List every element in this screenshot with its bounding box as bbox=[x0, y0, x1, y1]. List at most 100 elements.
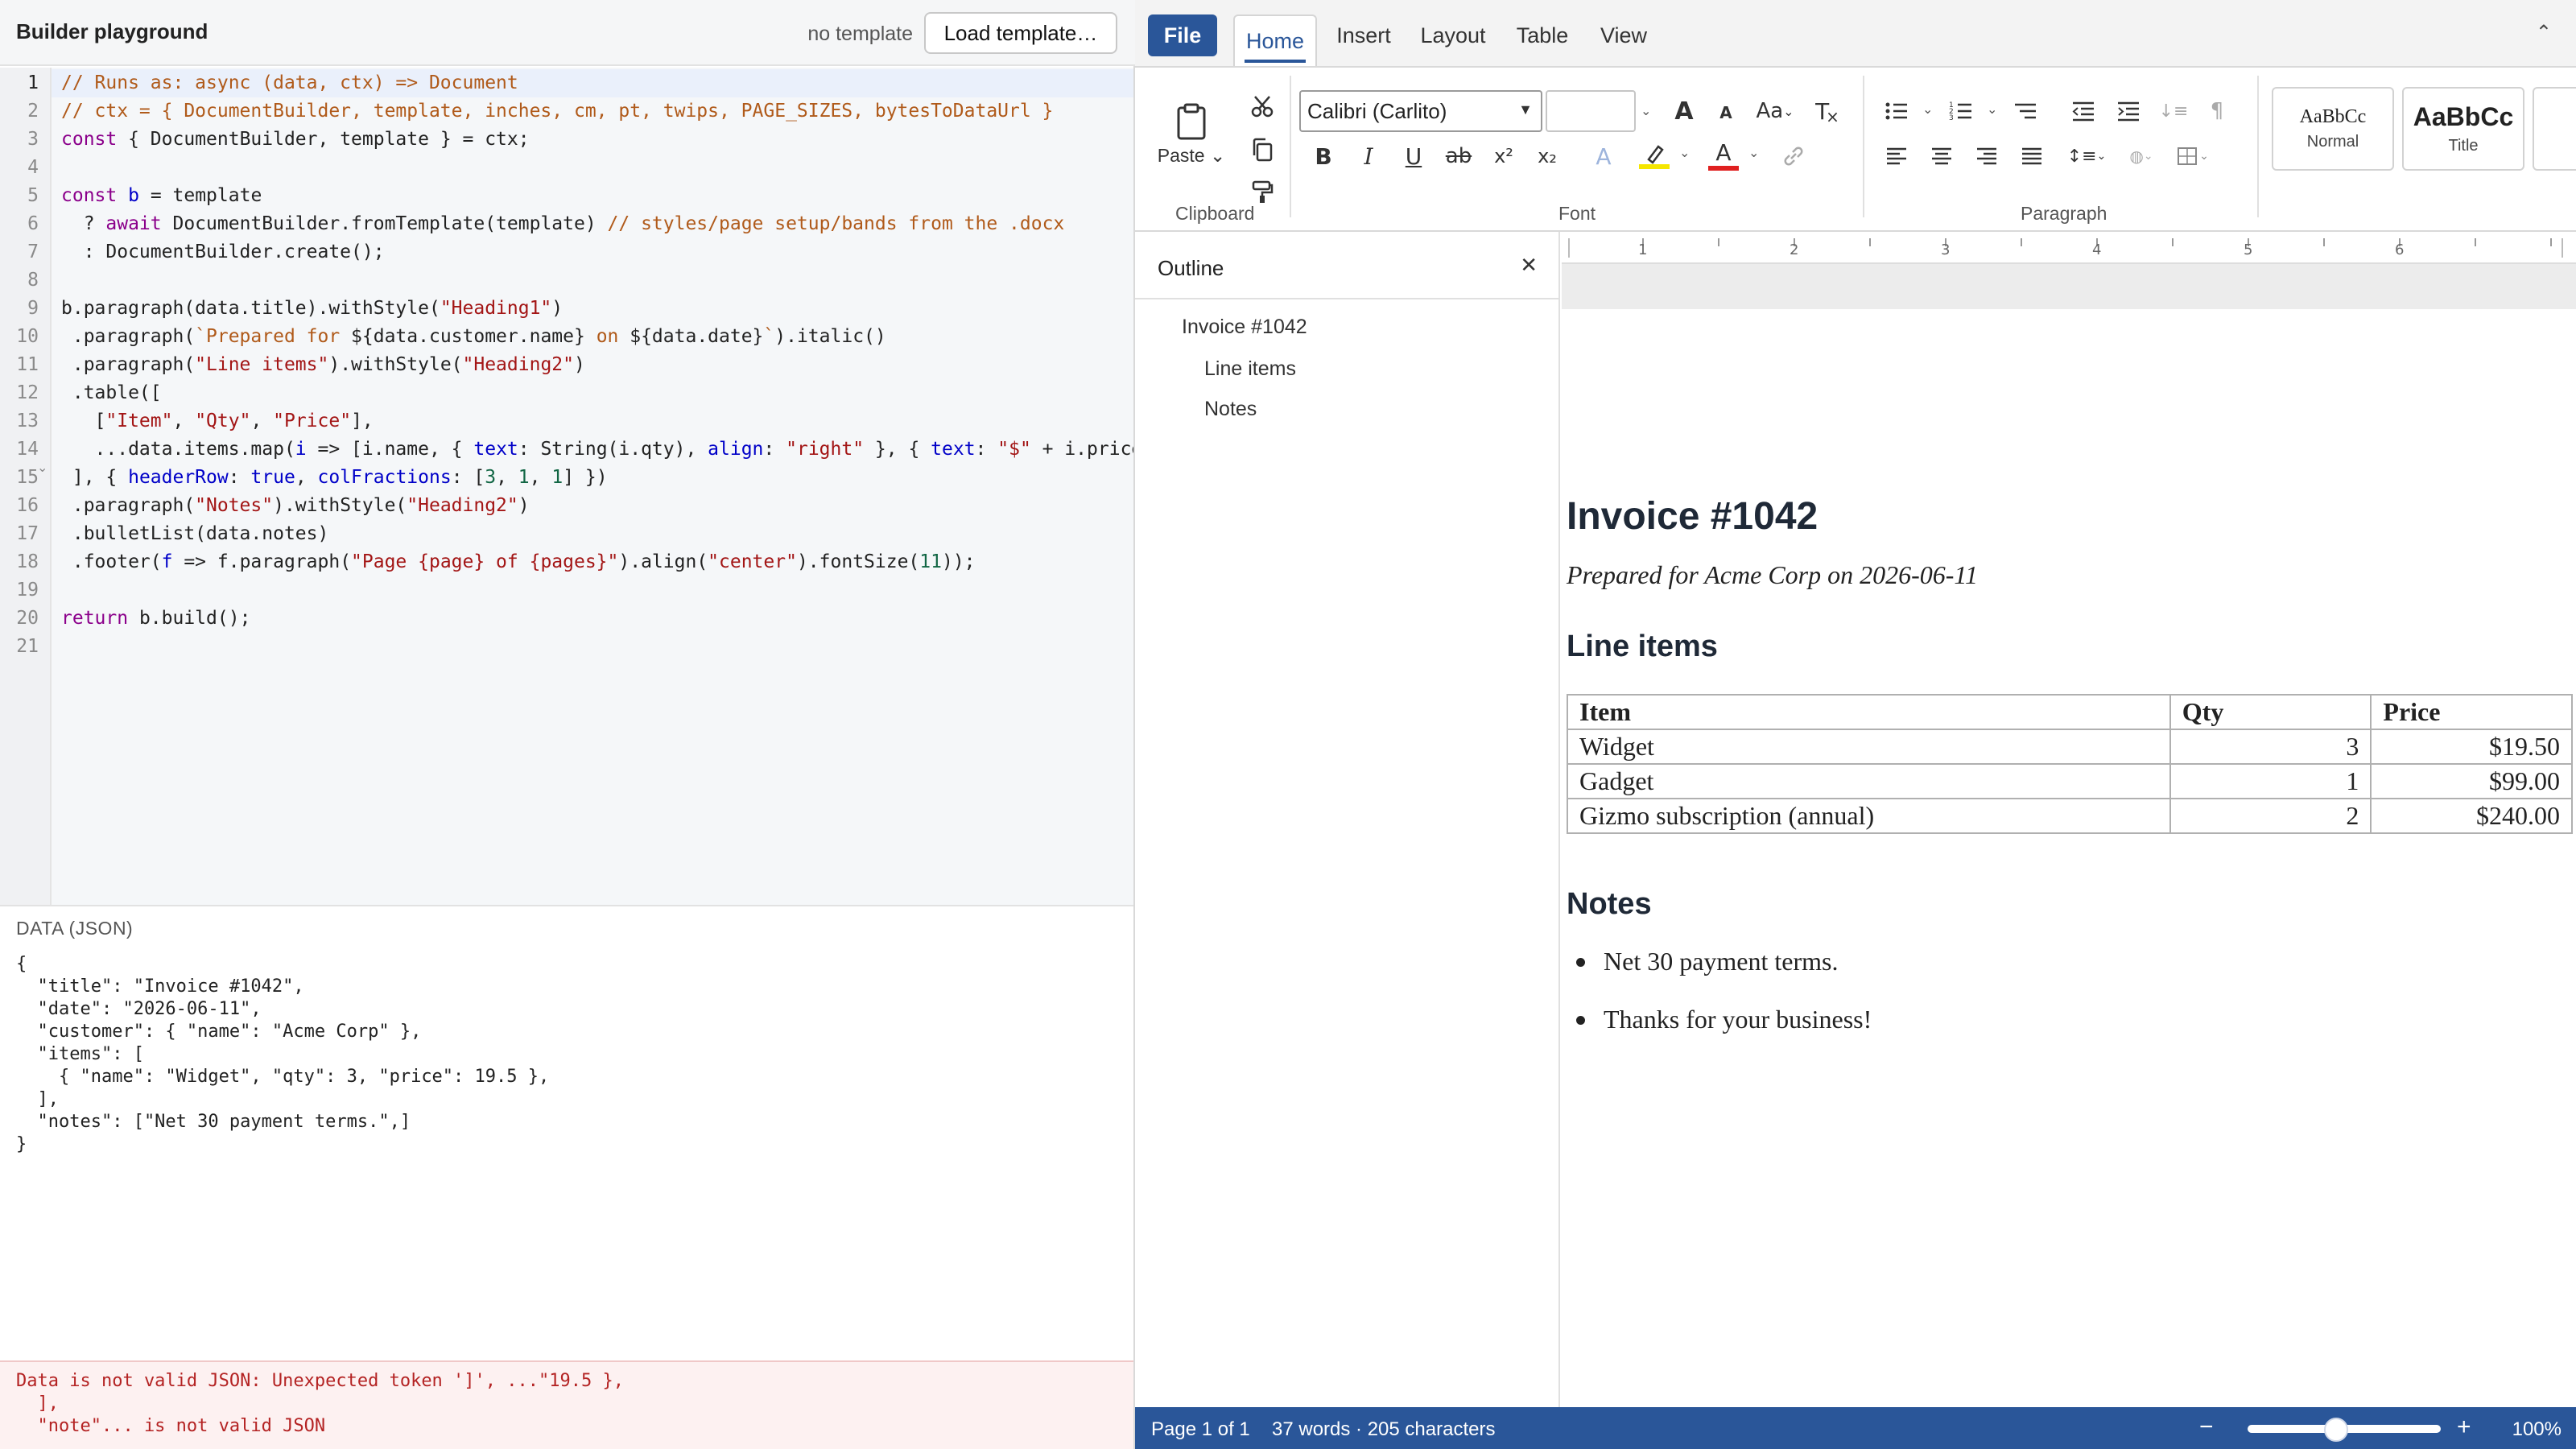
code-line[interactable]: : DocumentBuilder.create(); bbox=[61, 238, 385, 266]
copy-icon[interactable] bbox=[1246, 134, 1278, 166]
ruler-label: 1 bbox=[1638, 242, 1648, 258]
bullets-dropdown-icon[interactable]: ⌄ bbox=[1922, 101, 1933, 117]
code-editor[interactable]: 1 2 3 4 5 6 7 8 9 10 11 12 13 14 15 16 17 18 19 20 21 ⌄ // R… bbox=[0, 68, 1133, 905]
code-line[interactable]: .paragraph("Line items").withStyle("Head… bbox=[61, 351, 585, 379]
code-line[interactable]: return b.build(); bbox=[61, 605, 250, 633]
fold-chevron-icon[interactable]: ⌄ bbox=[37, 460, 47, 475]
code-line[interactable]: ...data.items.map(i => [i.name, { text: … bbox=[61, 436, 1133, 464]
code-line[interactable]: // ctx = { DocumentBuilder, template, in… bbox=[61, 97, 1053, 126]
table-cell: Gadget bbox=[1567, 763, 2171, 799]
code-line[interactable]: const { DocumentBuilder, template } = ct… bbox=[61, 126, 530, 154]
line-spacing-icon[interactable]: ↕≡ ⌄ bbox=[2064, 138, 2109, 174]
code-line[interactable]: ], { headerRow: true, colFractions: [3, … bbox=[61, 464, 608, 492]
close-icon[interactable]: ✕ bbox=[1520, 253, 1538, 278]
style-next-partial[interactable] bbox=[2533, 87, 2576, 171]
code-line[interactable]: .footer(f => f.paragraph("Page {page} of… bbox=[61, 548, 976, 576]
change-case-icon[interactable]: Aa ⌄ bbox=[1748, 93, 1802, 129]
code-token: on bbox=[584, 326, 630, 347]
code-token: await bbox=[105, 213, 162, 234]
code-token: .paragraph( bbox=[61, 354, 196, 375]
font-size-input[interactable] bbox=[1546, 90, 1636, 132]
paste-button[interactable]: Paste ⌄ bbox=[1153, 87, 1230, 182]
code-line[interactable]: ["Item", "Qty", "Price"], bbox=[61, 407, 374, 436]
underline-icon[interactable]: U bbox=[1396, 138, 1431, 174]
code-line[interactable]: const b = template bbox=[61, 182, 262, 210]
collapse-ribbon-icon[interactable]: ⌃ bbox=[2536, 21, 2552, 44]
code-token: "Heading2" bbox=[407, 495, 518, 516]
code-token: ).italic() bbox=[774, 326, 886, 347]
document-page[interactable]: Invoice #1042 Prepared for Acme Corp on … bbox=[1562, 309, 2576, 1407]
superscript-icon[interactable]: x² bbox=[1486, 138, 1521, 174]
load-template-button[interactable]: Load template… bbox=[924, 12, 1117, 54]
subscript-icon[interactable]: x₂ bbox=[1530, 138, 1565, 174]
align-right-icon[interactable] bbox=[1969, 138, 2004, 174]
numbering-icon[interactable]: 123 bbox=[1943, 93, 1979, 129]
table-row: Gadget 1 $99.00 bbox=[1567, 763, 2573, 799]
cut-icon[interactable] bbox=[1246, 90, 1278, 122]
link-icon[interactable] bbox=[1776, 138, 1811, 174]
code-line[interactable]: ? await DocumentBuilder.fromTemplate(tem… bbox=[61, 210, 1065, 238]
highlight-dropdown-icon[interactable]: ⌄ bbox=[1679, 145, 1690, 160]
outline-item-invoice[interactable]: Invoice #1042 bbox=[1182, 316, 1307, 339]
tab-home[interactable]: Home bbox=[1233, 14, 1317, 66]
sort-icon[interactable]: ↓≡ bbox=[2156, 93, 2191, 129]
shading-icon[interactable]: ◍ ⌄ bbox=[2119, 138, 2164, 174]
tab-view[interactable]: View bbox=[1589, 14, 1658, 56]
zoom-level: 100% bbox=[2512, 1418, 2562, 1440]
align-center-icon[interactable] bbox=[1924, 138, 1959, 174]
tab-file[interactable]: File bbox=[1148, 14, 1217, 56]
align-left-icon[interactable] bbox=[1879, 138, 1914, 174]
grow-font-icon[interactable]: A bbox=[1666, 93, 1702, 129]
zoom-slider-thumb[interactable] bbox=[2324, 1418, 2349, 1442]
data-json-textarea[interactable]: { "title": "Invoice #1042", "date": "202… bbox=[0, 945, 1133, 1362]
shrink-font-icon[interactable]: A bbox=[1710, 97, 1742, 129]
decrease-indent-icon[interactable] bbox=[2066, 93, 2101, 129]
bold-icon[interactable]: B bbox=[1306, 138, 1341, 174]
font-color-dropdown-icon[interactable]: ⌄ bbox=[1748, 145, 1759, 160]
strikethrough-icon[interactable]: ab bbox=[1441, 138, 1476, 174]
highlight-color-icon[interactable] bbox=[1636, 135, 1673, 175]
show-marks-icon[interactable]: ¶ bbox=[2199, 93, 2235, 129]
font-family-select[interactable]: Calibri (Carlito) ▼ bbox=[1299, 90, 1542, 132]
horizontal-ruler[interactable]: 1 2 3 4 5 6 bbox=[1562, 232, 2576, 264]
borders-icon[interactable]: ⌄ bbox=[2170, 138, 2215, 174]
tab-table[interactable]: Table bbox=[1504, 14, 1581, 56]
code-line[interactable]: .paragraph(`Prepared for ${data.customer… bbox=[61, 323, 886, 351]
line-number: 13 bbox=[16, 411, 39, 431]
italic-icon[interactable]: I bbox=[1351, 138, 1386, 174]
style-normal[interactable]: AaBbCc Normal bbox=[2272, 87, 2394, 171]
code-token: : bbox=[763, 439, 786, 460]
numbering-dropdown-icon[interactable]: ⌄ bbox=[1987, 101, 1997, 117]
builder-pane: Builder playground no template Load temp… bbox=[0, 0, 1135, 1449]
code-line[interactable]: // Runs as: async (data, ctx) => Documen… bbox=[61, 69, 518, 97]
code-line[interactable]: .table([ bbox=[61, 379, 162, 407]
code-token: "Item" bbox=[105, 411, 173, 431]
style-title[interactable]: AaBbCc Title bbox=[2402, 87, 2524, 171]
code-token: text bbox=[473, 439, 518, 460]
zoom-out-button[interactable]: − bbox=[2199, 1414, 2214, 1441]
ribbon-separator bbox=[2257, 76, 2259, 217]
bullets-icon[interactable] bbox=[1879, 93, 1914, 129]
json-line: "date": "2026-06-11", bbox=[16, 999, 262, 1019]
increase-indent-icon[interactable] bbox=[2111, 93, 2146, 129]
tab-insert[interactable]: Insert bbox=[1325, 14, 1402, 56]
tab-layout[interactable]: Layout bbox=[1410, 14, 1496, 56]
text-effects-icon[interactable]: A bbox=[1586, 138, 1621, 174]
code-token: .bulletList(data.notes) bbox=[61, 523, 329, 544]
code-token: : bbox=[228, 467, 251, 488]
line-number: 2 bbox=[27, 101, 39, 122]
zoom-in-button[interactable]: + bbox=[2457, 1414, 2471, 1441]
outline-item-line-items[interactable]: Line items bbox=[1204, 357, 1296, 381]
multilevel-list-icon[interactable] bbox=[2008, 93, 2043, 129]
font-color-icon[interactable]: A bbox=[1705, 135, 1742, 175]
code-line[interactable]: b.paragraph(data.title).withStyle("Headi… bbox=[61, 295, 563, 323]
clear-formatting-icon[interactable]: T × bbox=[1810, 93, 1845, 129]
ribbon-separator bbox=[1863, 76, 1864, 217]
code-line[interactable]: .bulletList(data.notes) bbox=[61, 520, 329, 548]
outline-item-notes[interactable]: Notes bbox=[1204, 398, 1257, 421]
font-size-dropdown-icon[interactable]: ⌄ bbox=[1641, 103, 1651, 118]
code-token: const bbox=[61, 185, 118, 206]
code-line[interactable]: .paragraph("Notes").withStyle("Heading2"… bbox=[61, 492, 530, 520]
ruler-tick bbox=[2323, 238, 2325, 246]
justify-icon[interactable] bbox=[2014, 138, 2050, 174]
